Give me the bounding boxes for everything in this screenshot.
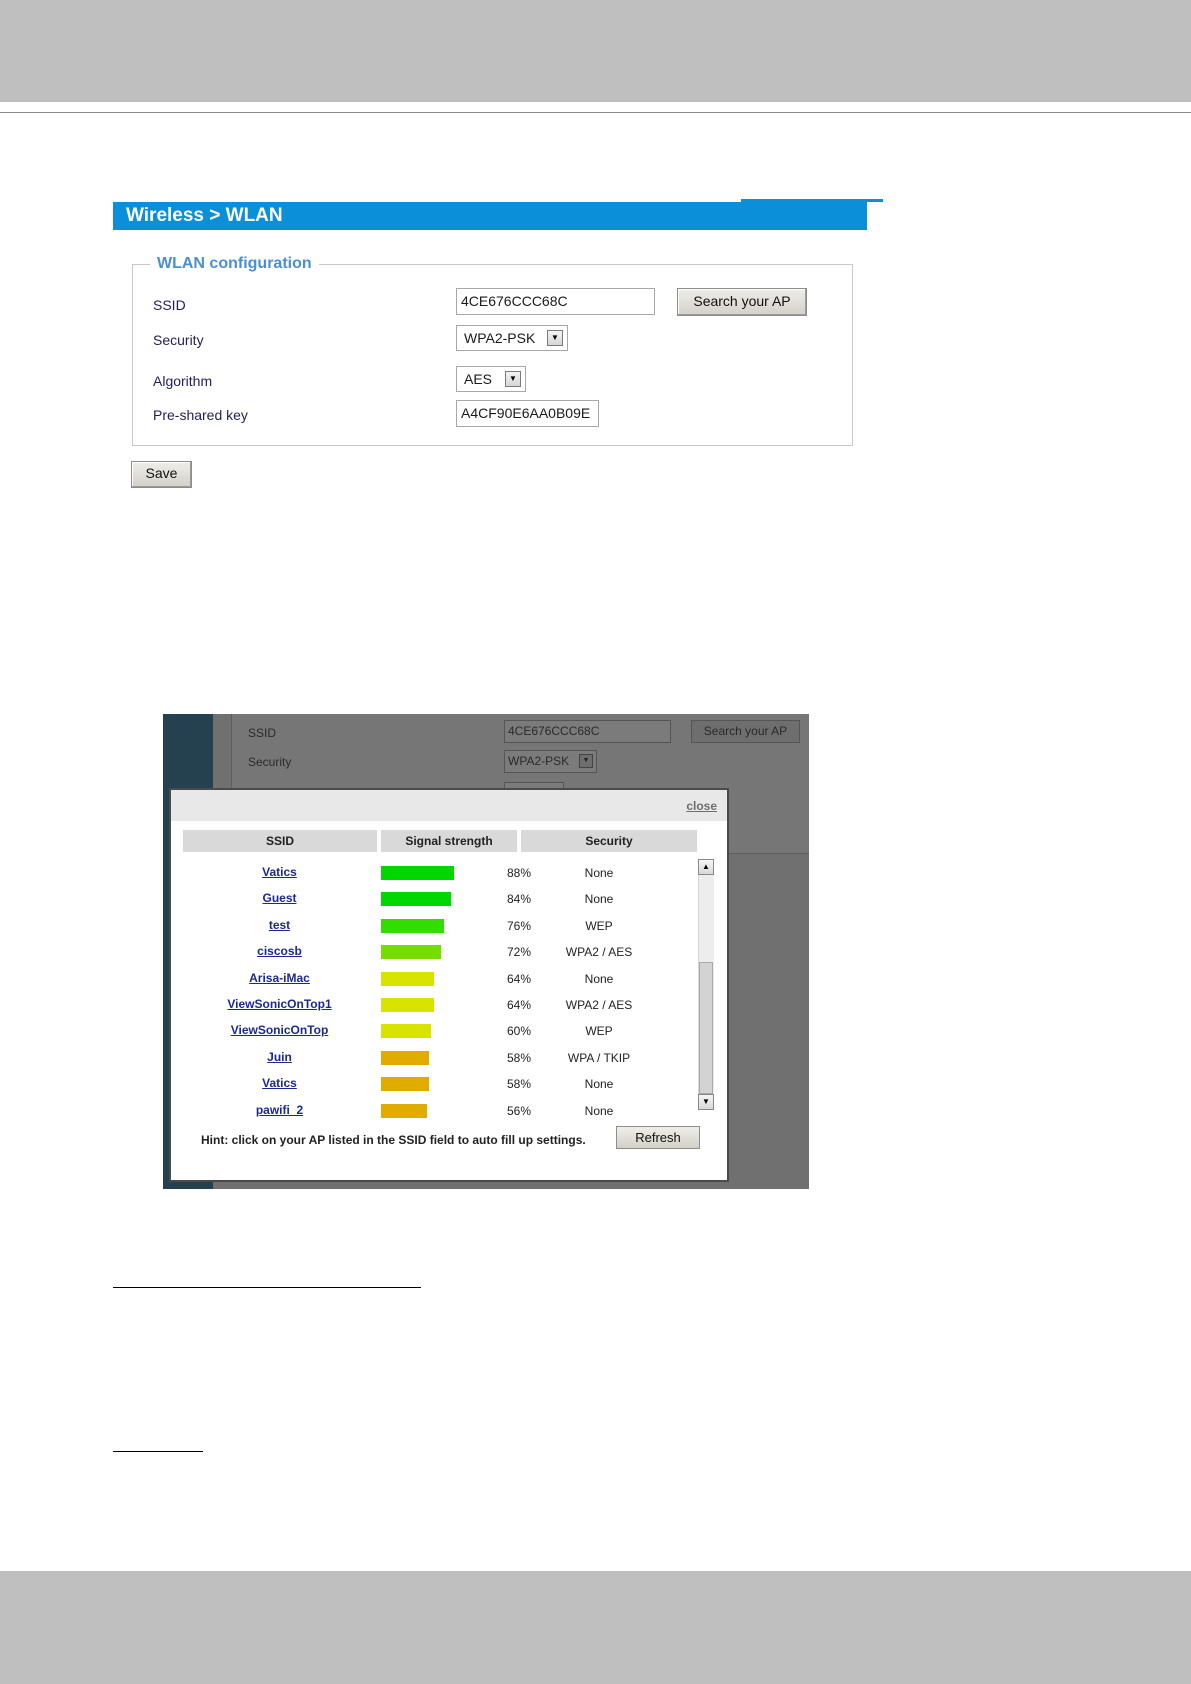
column-header-security: Security bbox=[521, 830, 697, 852]
chevron-down-icon[interactable]: ▼ bbox=[547, 330, 563, 346]
ap-row: Arisa-iMac 64% None bbox=[171, 966, 727, 992]
ap-security: WPA2 / AES bbox=[565, 945, 633, 960]
chevron-down-icon[interactable]: ▼ bbox=[505, 371, 521, 387]
signal-strength-bar bbox=[381, 892, 451, 907]
signal-strength-bar bbox=[381, 998, 434, 1012]
scroll-up-icon[interactable]: ▲ bbox=[698, 859, 714, 875]
ap-security: None bbox=[584, 892, 614, 907]
ap-ssid-link[interactable]: Arisa-iMac bbox=[183, 971, 376, 985]
security-label: Security bbox=[153, 332, 204, 348]
dialog-title-bar: close bbox=[171, 790, 727, 821]
scroll-down-icon[interactable]: ▼ bbox=[698, 1094, 714, 1110]
signal-strength-bar bbox=[381, 1050, 429, 1065]
ap-row: ViewSonicOnTop1 64% WPA2 / AES bbox=[171, 992, 727, 1018]
page-footer-band bbox=[0, 1571, 1191, 1684]
chevron-down-icon: ▼ bbox=[579, 754, 593, 768]
security-select-value: WPA2-PSK bbox=[464, 330, 536, 346]
breadcrumb: Wireless > WLAN bbox=[126, 205, 283, 226]
ap-security: WPA / TKIP bbox=[567, 1050, 631, 1065]
ap-security: WEP bbox=[585, 918, 613, 933]
breadcrumb-notch bbox=[741, 199, 883, 202]
ap-row: Guest 84% None bbox=[171, 886, 727, 912]
header-rule bbox=[0, 112, 1191, 113]
signal-strength-bar bbox=[381, 1103, 427, 1118]
bg-search-your-ap-button: Search your AP bbox=[691, 720, 800, 743]
ap-row: ViewSonicOnTop 60% WEP bbox=[171, 1018, 727, 1044]
ap-row: pawifi_2 56% None bbox=[171, 1098, 727, 1124]
ap-ssid-link[interactable]: ciscosb bbox=[183, 944, 376, 958]
column-header-signal-strength: Signal strength bbox=[381, 830, 517, 852]
ap-security: WPA2 / AES bbox=[565, 998, 633, 1012]
ap-ssid-link[interactable]: test bbox=[183, 918, 376, 932]
close-link[interactable]: close bbox=[686, 799, 717, 813]
ap-ssid-link[interactable]: Vatics bbox=[183, 865, 376, 879]
ap-security: None bbox=[584, 1077, 614, 1092]
security-select[interactable]: WPA2-PSK ▼ bbox=[456, 325, 568, 351]
bg-ssid-input: 4CE676CCC68C bbox=[504, 720, 671, 743]
scrollbar-thumb[interactable] bbox=[699, 962, 713, 1094]
algorithm-select-value: AES bbox=[464, 371, 493, 387]
save-button[interactable]: Save bbox=[131, 461, 192, 488]
signal-strength-bar bbox=[381, 1024, 431, 1039]
ap-security: None bbox=[584, 971, 614, 986]
column-header-ssid: SSID bbox=[183, 830, 377, 852]
algorithm-select[interactable]: AES ▼ bbox=[456, 366, 526, 392]
signal-strength-bar bbox=[381, 971, 434, 986]
ap-ssid-link[interactable]: ViewSonicOnTop bbox=[183, 1023, 376, 1037]
ap-ssid-link[interactable]: Juin bbox=[183, 1050, 376, 1064]
ap-ssid-link[interactable]: Vatics bbox=[183, 1076, 376, 1090]
algorithm-label: Algorithm bbox=[153, 373, 213, 389]
ap-security: None bbox=[584, 866, 614, 880]
signal-strength-bar bbox=[381, 866, 454, 880]
page-header-band bbox=[0, 0, 1191, 102]
ssid-input[interactable]: 4CE676CCC68C bbox=[456, 288, 655, 315]
signal-strength-bar bbox=[381, 945, 441, 960]
ap-search-screenshot: SSID 4CE676CCC68C Search your AP Securit… bbox=[163, 714, 809, 1189]
hint-text: Hint: click on your AP listed in the SSI… bbox=[201, 1133, 586, 1147]
bg-security-value: WPA2-PSK bbox=[508, 754, 570, 768]
ap-row: ciscosb 72% WPA2 / AES bbox=[171, 939, 727, 965]
bg-security-label: Security bbox=[248, 755, 292, 769]
psk-label: Pre-shared key bbox=[153, 407, 248, 423]
bg-security-select: WPA2-PSK ▼ bbox=[504, 750, 597, 773]
search-your-ap-button[interactable]: Search your AP bbox=[677, 288, 807, 316]
signal-strength-bar bbox=[381, 918, 444, 933]
ap-security: None bbox=[584, 1103, 614, 1118]
refresh-button[interactable]: Refresh bbox=[616, 1126, 700, 1149]
breadcrumb-bar: Wireless > WLAN bbox=[113, 199, 883, 230]
ap-security: WEP bbox=[585, 1024, 613, 1039]
ap-ssid-link[interactable]: ViewSonicOnTop1 bbox=[183, 997, 376, 1011]
ap-row: Vatics 58% None bbox=[171, 1071, 727, 1097]
bg-ssid-label: SSID bbox=[248, 726, 277, 740]
signal-strength-bar bbox=[381, 1077, 429, 1092]
ap-ssid-link[interactable]: pawifi_2 bbox=[183, 1103, 376, 1117]
ap-row: Vatics 88% None bbox=[171, 860, 727, 886]
ssid-label: SSID bbox=[153, 297, 186, 313]
wlan-config-legend: WLAN configuration bbox=[150, 255, 319, 273]
section-heading-underline bbox=[113, 1287, 421, 1288]
ap-list-dialog: close SSID Signal strength Security Vati… bbox=[169, 788, 729, 1182]
psk-input[interactable]: A4CF90E6AA0B09E bbox=[456, 400, 599, 427]
ap-row: Juin 58% WPA / TKIP bbox=[171, 1045, 727, 1071]
ap-ssid-link[interactable]: Guest bbox=[183, 891, 376, 905]
ap-row: test 76% WEP bbox=[171, 913, 727, 939]
section-heading-underline bbox=[113, 1451, 203, 1452]
